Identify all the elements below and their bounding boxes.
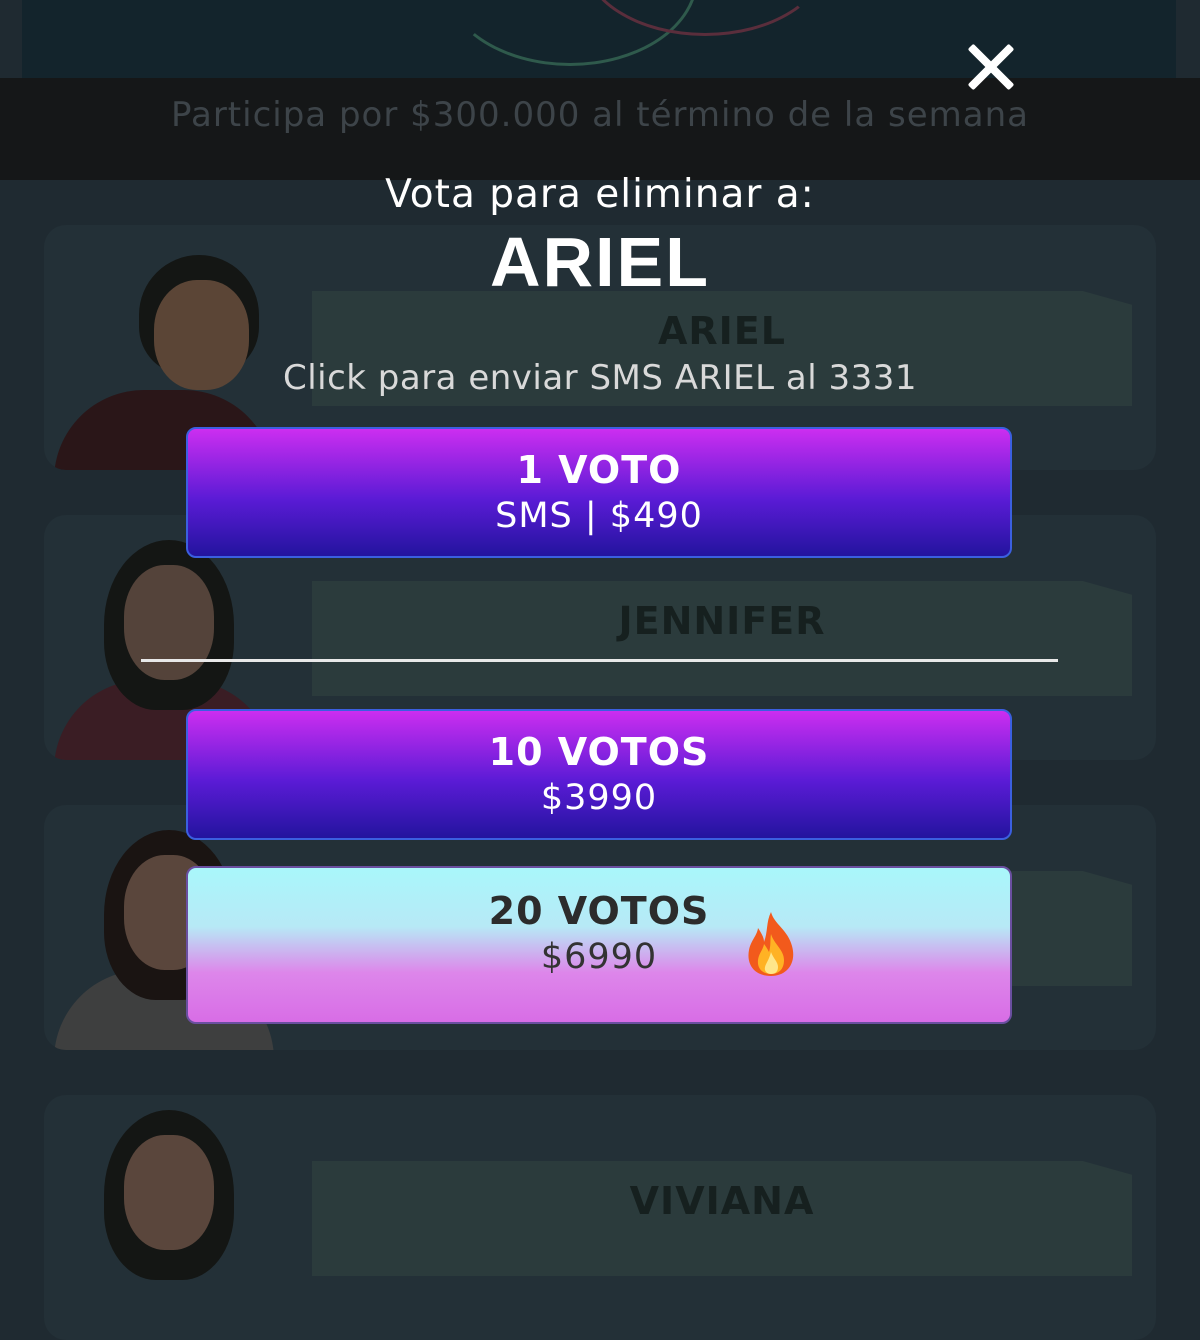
prize-banner-text: Participa por $300.000 al término de la … bbox=[171, 95, 1029, 135]
vote-option-title: 10 VOTOS bbox=[488, 729, 710, 774]
candidate-card-viviana[interactable]: VIVIANA bbox=[44, 1095, 1156, 1340]
candidate-name: JENNIFER bbox=[618, 599, 826, 643]
prize-banner: Participa por $300.000 al término de la … bbox=[0, 78, 1200, 180]
candidate-photo bbox=[44, 1100, 284, 1330]
vote-option-price: $6990 bbox=[540, 937, 658, 977]
vote-10-button[interactable]: 10 VOTOS $3990 bbox=[186, 709, 1012, 840]
vote-20-button[interactable]: 20 VOTOS $6990 bbox=[186, 866, 1012, 1024]
close-icon[interactable] bbox=[966, 42, 1016, 92]
candidate-name: VIVIANA bbox=[629, 1179, 815, 1223]
fire-icon bbox=[748, 912, 794, 976]
candidate-name: ARIEL bbox=[658, 309, 786, 353]
vote-option-price: $3990 bbox=[540, 777, 658, 818]
divider bbox=[141, 659, 1058, 662]
vote-option-price: SMS | $490 bbox=[495, 495, 703, 536]
vote-prompt: Vota para eliminar a: bbox=[385, 172, 815, 217]
vote-1-button[interactable]: 1 VOTO SMS | $490 bbox=[186, 427, 1012, 558]
vote-option-title: 1 VOTO bbox=[516, 447, 682, 492]
vote-option-title: 20 VOTOS bbox=[488, 889, 710, 933]
selected-candidate-name: ARIEL bbox=[490, 223, 710, 301]
sms-hint: Click para enviar SMS ARIEL al 3331 bbox=[282, 358, 918, 398]
